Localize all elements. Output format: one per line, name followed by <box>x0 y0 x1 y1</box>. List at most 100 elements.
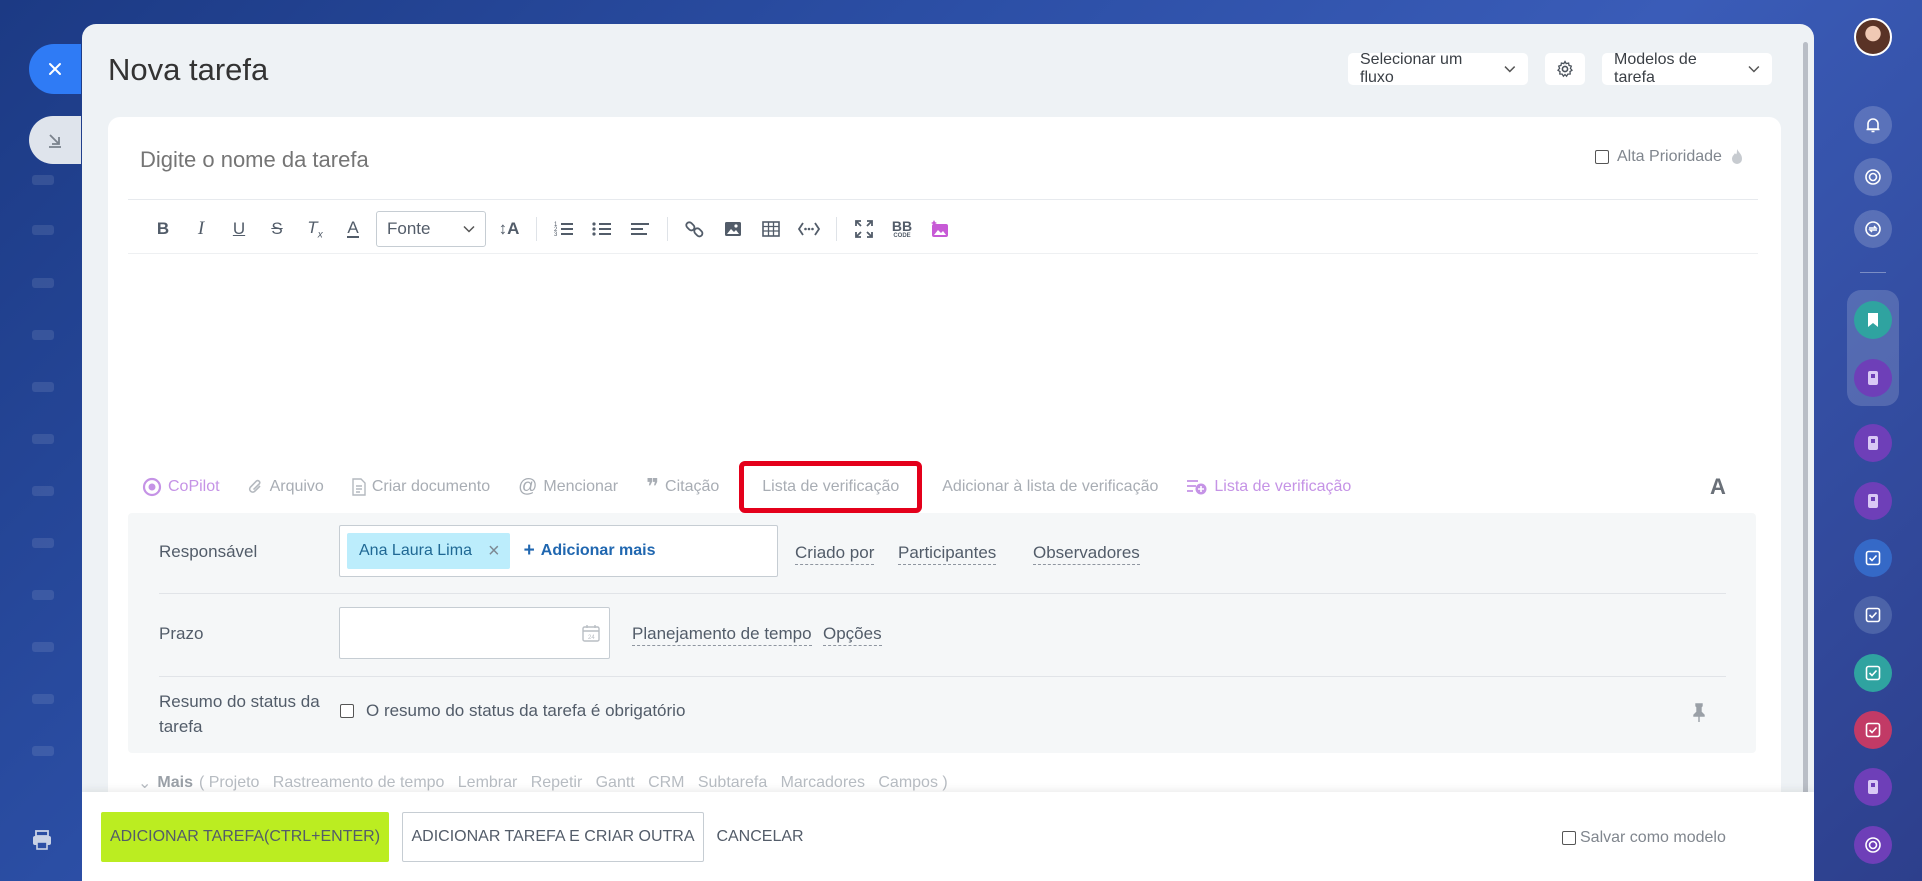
font-size-button[interactable]: ↕A <box>490 210 528 248</box>
pin-icon[interactable] <box>1692 703 1706 723</box>
new-checklist-label: Lista de verificação <box>1214 478 1352 495</box>
italic-icon: I <box>197 218 205 239</box>
bulleted-list-icon <box>592 222 611 236</box>
create-document-button[interactable]: Criar documento <box>338 465 504 509</box>
time-planning-link[interactable]: Planejamento de tempo <box>632 623 812 646</box>
calendar-icon[interactable]: 24 <box>582 624 600 642</box>
notifications-button[interactable] <box>1854 106 1892 144</box>
italic-button[interactable]: I <box>182 210 220 248</box>
more-options-row[interactable]: ⌄ Mais ( Projeto Rastreamento de tempo L… <box>138 773 948 793</box>
ai-image-button[interactable] <box>921 210 959 248</box>
cancel-button[interactable]: CANCELAR <box>716 812 803 862</box>
font-select-label: Fonte <box>387 219 431 238</box>
slider-tab-7[interactable] <box>1854 711 1892 749</box>
bookmark-icon <box>1868 313 1878 327</box>
mention-button[interactable]: @ Mencionar <box>504 465 632 509</box>
create-document-label: Criar documento <box>371 478 491 495</box>
task-fields: Responsável Ana Laura Lima × + Adicionar… <box>128 513 1756 753</box>
settings-button[interactable] <box>1545 53 1585 85</box>
copilot-rail-button[interactable] <box>1854 158 1892 196</box>
responsible-selector[interactable]: Ana Laura Lima × + Adicionar mais <box>339 525 778 577</box>
task-name-input[interactable] <box>140 147 1290 173</box>
add-to-checklist-button[interactable]: Adicionar à lista de verificação <box>928 465 1172 509</box>
rail-divider <box>1860 272 1886 273</box>
save-as-template-label: Salvar como modelo <box>1580 829 1726 846</box>
fullscreen-button[interactable] <box>845 210 883 248</box>
text-color-button[interactable]: A <box>334 210 372 248</box>
bbcode-button[interactable]: BB CODE <box>883 210 921 248</box>
link-button[interactable] <box>676 210 714 248</box>
save-as-template-checkbox[interactable] <box>1562 831 1576 845</box>
templates-select[interactable]: Modelos de tarefa <box>1602 51 1772 86</box>
minimize-slider-button[interactable] <box>29 116 81 164</box>
add-and-create-button[interactable]: ADICIONAR TAREFA E CRIAR OUTRA <box>402 812 704 862</box>
bulleted-list-button[interactable] <box>583 210 621 248</box>
attach-file-button[interactable]: Arquivo <box>234 465 338 509</box>
high-priority-checkbox[interactable] <box>1595 150 1609 164</box>
remove-user-icon[interactable]: × <box>488 540 500 563</box>
close-icon <box>49 63 61 75</box>
slider-tab-8[interactable] <box>1854 768 1892 806</box>
participants-link[interactable]: Participantes <box>898 542 997 565</box>
scrollbar[interactable] <box>1803 42 1808 802</box>
deadline-input[interactable]: 24 <box>339 607 610 659</box>
table-icon <box>762 221 780 237</box>
clear-format-button[interactable]: Tx <box>296 210 334 248</box>
bookmark-button[interactable] <box>1854 301 1892 339</box>
underline-button[interactable]: U <box>220 210 258 248</box>
copilot-button[interactable]: CoPilot <box>128 465 234 509</box>
slider-tab-4[interactable] <box>1854 539 1892 577</box>
options-link[interactable]: Opções <box>823 623 882 646</box>
add-more-button[interactable]: + Adicionar mais <box>524 540 656 562</box>
numbered-list-button[interactable]: 123 <box>545 210 583 248</box>
slider-tab-1[interactable] <box>1854 359 1892 397</box>
copilot-icon <box>1865 169 1881 185</box>
checklist-button[interactable]: Lista de verificação <box>739 461 923 513</box>
toolbar-separator <box>667 217 668 241</box>
quote-button[interactable]: ❞ Citação <box>632 465 733 509</box>
status-summary-required[interactable]: O resumo do status da tarefa é obrigatór… <box>340 701 685 721</box>
flow-select[interactable]: Selecionar um fluxo <box>1348 51 1528 86</box>
close-slider-button[interactable] <box>29 44 81 94</box>
text-color-icon: A <box>347 218 359 238</box>
save-as-template-toggle[interactable]: Salvar como modelo <box>1562 829 1726 847</box>
font-select[interactable]: Fonte <box>376 211 486 247</box>
numbered-list-icon: 123 <box>554 222 573 237</box>
align-button[interactable] <box>621 210 659 248</box>
flow-select-label: Selecionar um fluxo <box>1360 51 1463 86</box>
responsible-chip: Ana Laura Lima × <box>347 533 510 569</box>
task-panel: Nova tarefa Selecionar um fluxo Modelos … <box>82 24 1814 881</box>
copilot-chat-button[interactable] <box>1854 826 1892 864</box>
background-row <box>32 486 54 496</box>
add-task-button[interactable]: ADICIONAR TAREFA(CTRL+ENTER) <box>101 812 389 862</box>
status-summary-checkbox[interactable] <box>340 704 354 718</box>
created-by-link[interactable]: Criado por <box>795 542 875 565</box>
slider-tab-5[interactable] <box>1854 596 1892 634</box>
user-avatar[interactable] <box>1854 18 1892 56</box>
new-checklist-button[interactable]: Lista de verificação <box>1172 465 1365 509</box>
mention-label: Mencionar <box>543 478 619 495</box>
background-row <box>32 694 54 704</box>
table-button[interactable] <box>752 210 790 248</box>
text-format-button[interactable]: A <box>1710 474 1726 500</box>
slider-tab-3[interactable] <box>1854 482 1892 520</box>
bold-button[interactable]: B <box>144 210 182 248</box>
code-icon <box>798 222 820 236</box>
checklist-label: Lista de verificação <box>762 478 900 495</box>
left-rail <box>0 0 82 881</box>
strikethrough-button[interactable]: S <box>258 210 296 248</box>
observers-link[interactable]: Observadores <box>1033 542 1140 565</box>
paperclip-icon <box>248 479 261 493</box>
image-button[interactable] <box>714 210 752 248</box>
high-priority-label: Alta Prioridade <box>1617 148 1722 165</box>
slider-tab-6[interactable] <box>1854 654 1892 692</box>
responsible-user-name[interactable]: Ana Laura Lima <box>359 542 472 560</box>
copilot-icon <box>1865 837 1881 853</box>
link-icon <box>685 221 704 238</box>
slider-tab-2[interactable] <box>1854 424 1892 462</box>
high-priority-toggle[interactable]: Alta Prioridade <box>1595 148 1744 166</box>
code-button[interactable] <box>790 210 828 248</box>
sync-button[interactable] <box>1854 210 1892 248</box>
background-row <box>32 382 54 392</box>
printer-icon[interactable] <box>30 828 54 852</box>
